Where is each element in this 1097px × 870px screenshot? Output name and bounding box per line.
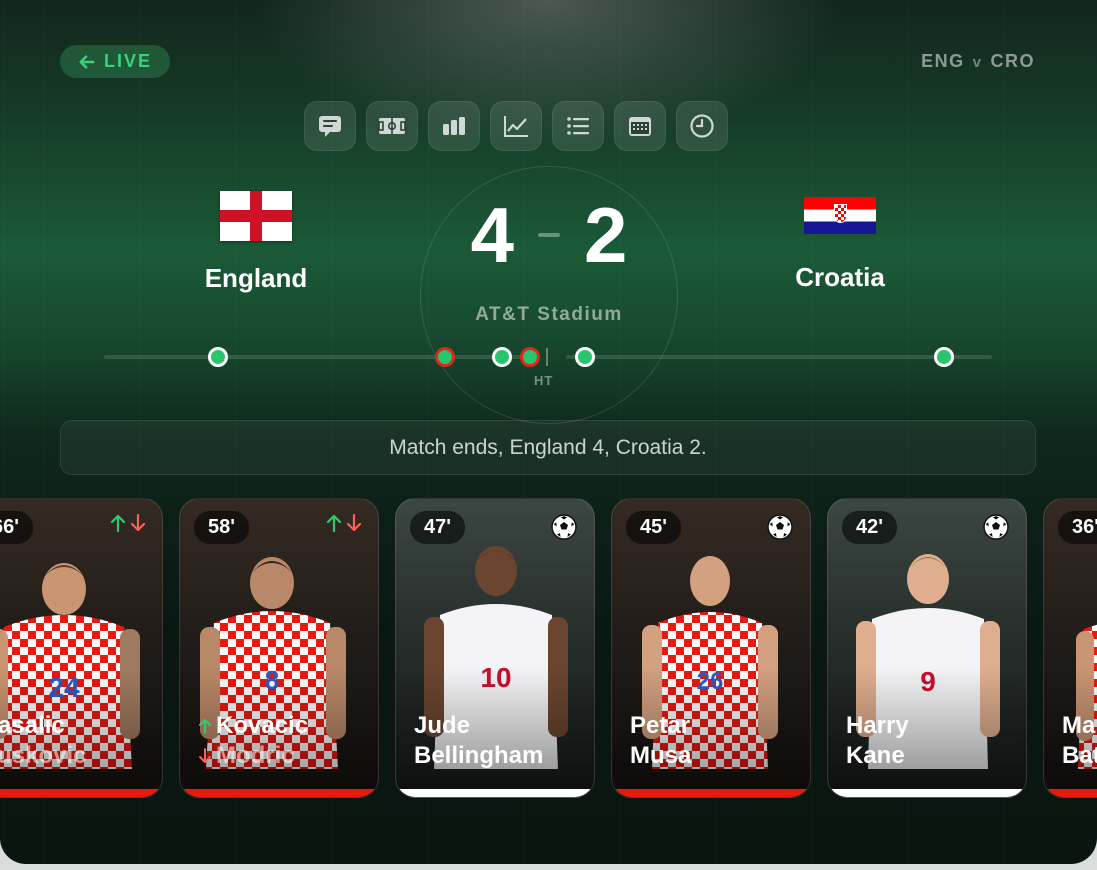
calendar-icon (629, 117, 651, 136)
venue: AT&T Stadium (475, 304, 623, 325)
player-out-name: Modric (216, 742, 295, 769)
timeline-event-marker[interactable] (934, 347, 954, 367)
player-out-name: Bat (1062, 742, 1097, 769)
event-player-names: Harry Kane (846, 711, 909, 771)
croatia-shield-icon (834, 204, 847, 223)
event-player-names: Jude Bellingham (414, 711, 543, 771)
match-code-away: CRO (990, 51, 1035, 71)
player-first-name: Harry (846, 712, 909, 739)
team-color-bar (0, 789, 162, 797)
event-card[interactable]: 36' Ma Bat (1043, 498, 1097, 798)
substitution-arrows (326, 513, 362, 533)
player-last-name: Kane (846, 742, 905, 769)
player-in-name: Kovacic (216, 712, 309, 739)
match-code: ENG v CRO (921, 51, 1035, 72)
player-last-name: Musa (630, 742, 692, 769)
second-half-track (566, 355, 992, 359)
player-first-name: Jude (414, 712, 471, 739)
event-player-names: Petar Musa (630, 711, 691, 771)
team-color-bar (1044, 789, 1097, 797)
event-player-names: Ma Bat (1062, 711, 1097, 771)
match-code-sep: v (972, 54, 983, 71)
half-time-divider (546, 348, 548, 366)
away-team-name: Croatia (795, 262, 885, 292)
line-chart-icon (504, 116, 528, 137)
arrow-down-icon (199, 748, 211, 763)
timeline-event-marker[interactable] (575, 347, 595, 367)
player-last-name: Bellingham (414, 742, 544, 769)
match-toolbar (304, 101, 728, 151)
team-color-bar (828, 789, 1026, 797)
list-icon (567, 117, 589, 135)
commentary-icon (319, 116, 341, 137)
score-separator (538, 233, 560, 238)
away-score: 2 (584, 191, 628, 279)
arrow-left-icon (79, 54, 95, 69)
arrow-up-icon (199, 719, 211, 734)
arrow-up-icon (326, 514, 342, 533)
timeline-event-marker[interactable] (208, 347, 228, 367)
team-color-bar (180, 789, 378, 797)
arrow-down-icon (346, 513, 362, 532)
event-card[interactable]: 10 47' Jude Bellingham (395, 498, 595, 798)
away-team[interactable]: Croatia (760, 197, 920, 293)
stats-button[interactable] (428, 101, 480, 151)
event-minute: 58' (194, 511, 250, 544)
event-minute: 47' (410, 511, 466, 544)
lineups-button[interactable] (366, 101, 418, 151)
home-score: 4 (470, 191, 514, 279)
match-code-home: ENG (921, 51, 965, 71)
clock-icon (690, 114, 714, 138)
pitch-icon (378, 118, 406, 134)
event-card[interactable]: 9 42' Harry Kane (827, 498, 1027, 798)
home-team-name: England (204, 263, 308, 293)
timeline-button[interactable] (676, 101, 728, 151)
event-card[interactable]: 8 58' Kovacic Modric (179, 498, 379, 798)
timeline-event-marker[interactable] (492, 347, 512, 367)
momentum-button[interactable] (490, 101, 542, 151)
bar-chart-icon (443, 117, 465, 135)
event-card[interactable]: 26 45' Petar Musa (611, 498, 811, 798)
event-player-names: Pasalic Vuskovic (0, 711, 87, 771)
commentary-button[interactable] (304, 101, 356, 151)
latest-commentary[interactable]: Match ends, England 4, Croatia 2. (60, 420, 1036, 475)
substitution-arrows (110, 513, 146, 533)
player-in-name: Pasalic (0, 712, 65, 739)
match-centre-panel: LIVE ENG v CRO England Croatia 4 2 AT&T … (0, 0, 1097, 864)
match-timeline: HT (0, 340, 1097, 390)
first-half-track (104, 355, 540, 359)
team-color-bar (612, 789, 810, 797)
fixtures-button[interactable] (614, 101, 666, 151)
football-icon (767, 514, 793, 540)
event-card[interactable]: 24 66' Pasalic Vuskovic (0, 498, 163, 798)
football-icon (983, 514, 1009, 540)
live-back-button[interactable]: LIVE (60, 45, 170, 78)
player-out-name: Vuskovic (0, 742, 87, 769)
event-minute: 66' (0, 511, 34, 544)
player-in-name: Ma (1062, 712, 1096, 739)
event-minute: 42' (842, 511, 898, 544)
croatia-flag (804, 197, 876, 234)
live-label: LIVE (103, 51, 152, 71)
event-minute: 36' (1058, 511, 1097, 544)
football-icon (551, 514, 577, 540)
half-time-label: HT (534, 373, 554, 388)
team-color-bar (396, 789, 594, 797)
event-player-names: Kovacic Modric (198, 711, 308, 771)
event-minute: 45' (626, 511, 682, 544)
timeline-event-marker[interactable] (520, 347, 540, 367)
events-button[interactable] (552, 101, 604, 151)
player-first-name: Petar (630, 712, 691, 739)
home-team[interactable]: England (176, 191, 336, 294)
timeline-event-marker[interactable] (435, 347, 455, 367)
arrow-down-icon (130, 513, 146, 532)
scoreline: 42 (420, 196, 678, 274)
england-flag (220, 191, 292, 241)
arrow-up-icon (110, 514, 126, 533)
